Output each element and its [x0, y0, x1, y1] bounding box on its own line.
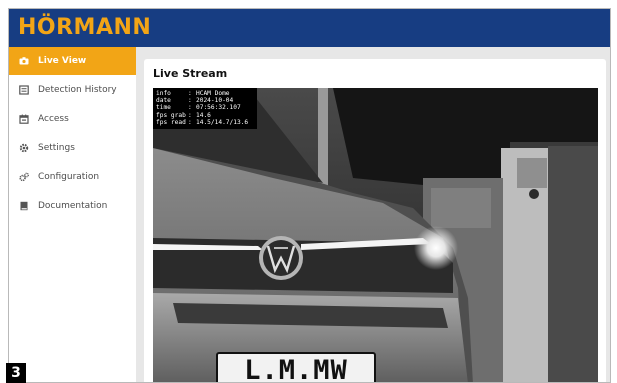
sidebar-item-access[interactable]: Access — [9, 105, 136, 133]
sidebar-item-label: Access — [38, 114, 69, 124]
overlay-key: time — [156, 104, 171, 112]
sidebar-item-label: Live View — [38, 56, 87, 66]
sidebar-item-label: Configuration — [38, 172, 100, 182]
license-plate: L.M.MW 145 — [216, 352, 376, 382]
app-window: HÖRMANN Live View Detection History Acce… — [8, 8, 611, 383]
live-stream-panel: Live Stream info: HCAM Dome date: 2024… — [144, 59, 606, 382]
overlay-row: fps grab:14.6 — [156, 111, 211, 119]
sidebar-item-label: Detection History — [38, 85, 117, 95]
live-stream-video[interactable]: info: HCAM Dome date:2024-10-04 time:07:5… — [153, 88, 598, 382]
gear-icon — [19, 143, 29, 153]
camera-icon — [19, 56, 29, 66]
overlay-row: info: HCAM Dome — [156, 90, 230, 97]
book-icon — [19, 201, 29, 211]
stream-info-overlay: info: HCAM Dome date:2024-10-04 time:07:5… — [153, 88, 257, 129]
overlay-row: date:2024-10-04 — [156, 97, 234, 105]
gears-icon — [19, 172, 29, 182]
camera-image — [153, 88, 598, 382]
sidebar-item-configuration[interactable]: Configuration — [9, 163, 136, 191]
list-icon — [19, 85, 29, 95]
overlay-value: 14.6 — [196, 111, 211, 119]
overlay-key: info — [156, 90, 171, 97]
sidebar-item-detection-history[interactable]: Detection History — [9, 76, 136, 104]
sidebar: Live View Detection History Access Setti… — [9, 47, 136, 382]
overlay-value: HCAM Dome — [196, 90, 230, 97]
calendar-icon — [19, 114, 29, 124]
overlay-row: fps read:14.5/14.7/13.6 — [156, 118, 249, 126]
sidebar-item-settings[interactable]: Settings — [9, 134, 136, 162]
brand-logo: HÖRMANN — [18, 15, 152, 40]
sidebar-item-label: Documentation — [38, 201, 108, 211]
overlay-key: date — [156, 97, 171, 105]
sidebar-item-documentation[interactable]: Documentation — [9, 192, 136, 220]
panel-title: Live Stream — [153, 67, 228, 80]
overlay-value: 14.5/14.7/13.6 — [196, 118, 249, 126]
top-bar: HÖRMANN — [9, 9, 610, 47]
sidebar-item-label: Settings — [38, 143, 75, 153]
figure-label: 3 — [6, 363, 26, 383]
overlay-value: 2024-10-04 — [196, 97, 234, 105]
sidebar-item-live-view[interactable]: Live View — [9, 47, 136, 75]
overlay-key: fps read — [156, 118, 186, 126]
overlay-row: time:07:56:32.107 — [156, 104, 241, 112]
overlay-value: 07:56:32.107 — [196, 104, 241, 112]
overlay-key: fps grab — [156, 111, 186, 119]
